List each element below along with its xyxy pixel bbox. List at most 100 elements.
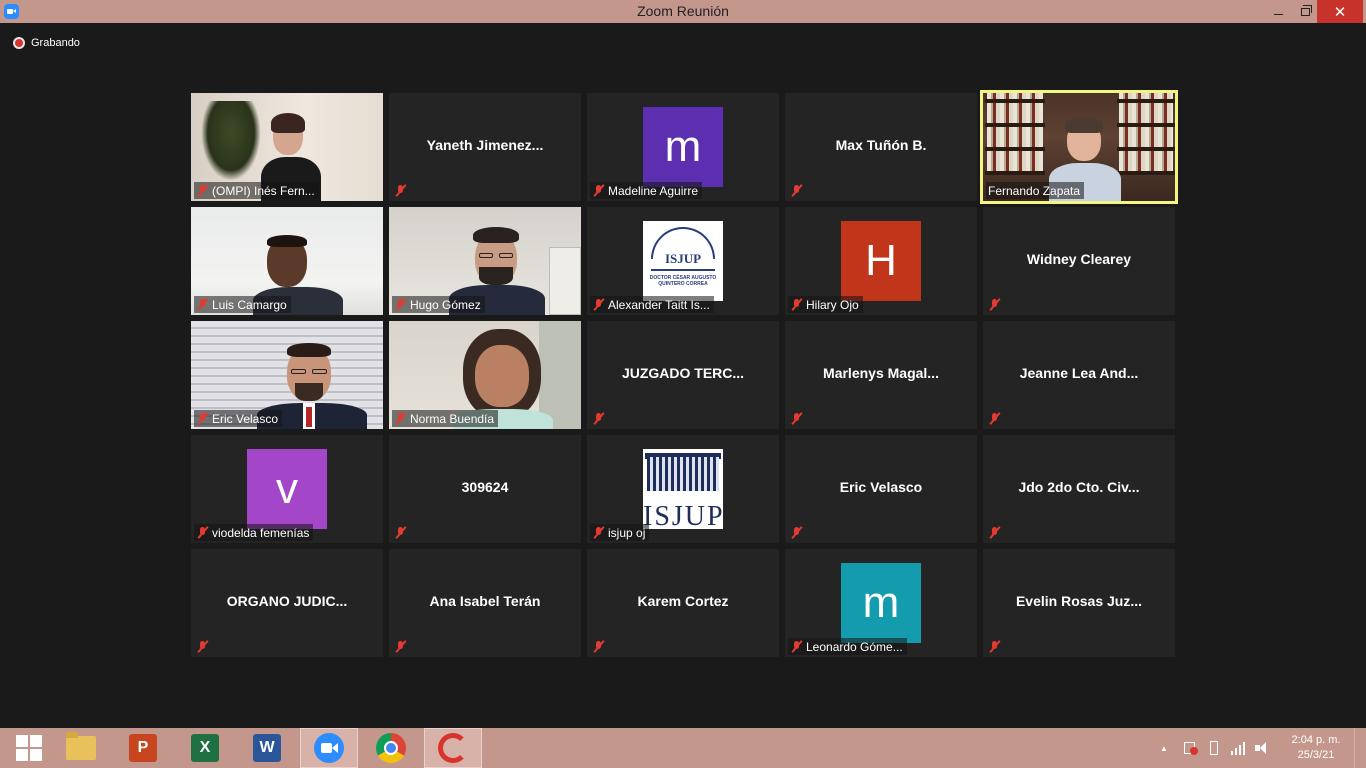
show-hidden-icons-button[interactable]: ▲ xyxy=(1160,744,1168,753)
participant-name: (OMPI) Inés Fern... xyxy=(212,183,315,198)
participant-tile[interactable]: Norma Buendía xyxy=(389,321,581,429)
word-icon: W xyxy=(253,734,281,762)
participant-tile[interactable]: ISJUP DOCTOR CÉSAR AUGUSTO QUINTERO CORRE… xyxy=(587,207,779,315)
participant-tile[interactable]: Ana Isabel Terán xyxy=(389,549,581,657)
start-button[interactable] xyxy=(0,728,58,768)
muted-mic-icon xyxy=(592,184,605,197)
participant-tile[interactable]: (OMPI) Inés Fern... xyxy=(191,93,383,201)
minimize-button[interactable] xyxy=(1263,0,1293,23)
participant-tile[interactable]: Evelin Rosas Juz... xyxy=(983,549,1175,657)
recording-indicator[interactable]: Grabando xyxy=(13,37,80,49)
maximize-button[interactable] xyxy=(1290,0,1320,23)
participant-nameplate xyxy=(986,410,1005,427)
usb-device-icon[interactable] xyxy=(1206,740,1222,756)
muted-mic-icon xyxy=(196,298,209,311)
participant-tile[interactable]: Eric Velasco xyxy=(785,435,977,543)
participant-tile[interactable]: Marlenys Magal... xyxy=(785,321,977,429)
participant-tile[interactable]: ISJUP isjup oj xyxy=(587,435,779,543)
ccleaner-icon xyxy=(438,733,468,763)
participant-tile[interactable]: Jdo 2do Cto. Civ... xyxy=(983,435,1175,543)
participant-nameplate xyxy=(194,638,213,655)
excel-icon: X xyxy=(191,734,219,762)
participant-nameplate: Hugo Gómez xyxy=(392,296,485,313)
participant-nameplate xyxy=(986,524,1005,541)
participant-nameplate: Eric Velasco xyxy=(194,410,283,427)
participant-display-name: ORGANO JUDIC... xyxy=(226,593,348,609)
record-icon xyxy=(13,37,25,49)
participant-tile[interactable]: Eric Velasco xyxy=(191,321,383,429)
show-desktop-button[interactable] xyxy=(1354,728,1366,768)
participant-nameplate xyxy=(590,410,609,427)
participant-nameplate: Hilary Ojo xyxy=(788,296,863,313)
participant-nameplate: Alexander Taitt Is... xyxy=(590,296,714,313)
participant-name: Madeline Aguirre xyxy=(608,183,699,198)
participant-tile[interactable]: v viodelda femenías xyxy=(191,435,383,543)
volume-icon[interactable] xyxy=(1254,740,1270,756)
participant-tile[interactable]: Karem Cortez xyxy=(587,549,779,657)
participant-name: Hilary Ojo xyxy=(806,297,859,312)
muted-mic-icon xyxy=(790,412,803,425)
participant-display-name: Eric Velasco xyxy=(839,479,923,495)
muted-mic-icon xyxy=(394,184,407,197)
close-button[interactable]: ✕ xyxy=(1317,0,1363,23)
participant-tile[interactable]: Luis Camargo xyxy=(191,207,383,315)
chrome-icon xyxy=(376,733,406,763)
participant-tile[interactable]: JUZGADO TERC... xyxy=(587,321,779,429)
taskbar-file-explorer[interactable] xyxy=(52,728,110,768)
taskbar: P X W ▲ 2:04 p. m. 25/3/21 xyxy=(0,728,1366,768)
participant-tile[interactable]: Hugo Gómez xyxy=(389,207,581,315)
taskbar-powerpoint[interactable]: P xyxy=(114,728,172,768)
muted-mic-icon xyxy=(988,298,1001,311)
participant-nameplate xyxy=(788,182,807,199)
taskbar-chrome[interactable] xyxy=(362,728,420,768)
participant-tile[interactable]: m Madeline Aguirre xyxy=(587,93,779,201)
muted-mic-icon xyxy=(394,640,407,653)
participant-name: isjup oj xyxy=(608,525,646,540)
taskbar-clock[interactable]: 2:04 p. m. 25/3/21 xyxy=(1284,733,1348,763)
taskbar-ccleaner[interactable] xyxy=(424,728,482,768)
participant-name: Norma Buendía xyxy=(410,411,495,426)
muted-mic-icon xyxy=(790,526,803,539)
participant-tile[interactable]: Fernando Zapata xyxy=(980,90,1178,204)
recording-label: Grabando xyxy=(31,37,80,49)
participant-nameplate: isjup oj xyxy=(590,524,650,541)
logo-subtext: DOCTOR CÉSAR AUGUSTO QUINTERO CORREA xyxy=(649,275,717,287)
close-icon: ✕ xyxy=(1333,3,1347,21)
muted-mic-icon xyxy=(394,298,407,311)
muted-mic-icon xyxy=(394,526,407,539)
participant-nameplate xyxy=(392,524,411,541)
action-center-warning-icon[interactable] xyxy=(1182,740,1198,756)
participant-tile[interactable]: Jeanne Lea And... xyxy=(983,321,1175,429)
muted-mic-icon xyxy=(592,526,605,539)
muted-mic-icon xyxy=(196,640,209,653)
windows-icon xyxy=(16,735,42,761)
participant-display-name: Marlenys Magal... xyxy=(823,365,939,381)
taskbar-excel[interactable]: X xyxy=(176,728,234,768)
participant-tile[interactable]: ORGANO JUDIC... xyxy=(191,549,383,657)
participant-tile[interactable]: 309624 xyxy=(389,435,581,543)
participant-display-name: Max Tuñón B. xyxy=(835,137,927,153)
participant-tile[interactable]: m Leonardo Góme... xyxy=(785,549,977,657)
taskbar-zoom[interactable] xyxy=(300,728,358,768)
muted-mic-icon xyxy=(790,640,803,653)
participant-tile[interactable]: Widney Clearey xyxy=(983,207,1175,315)
participant-name: viodelda femenías xyxy=(212,525,310,540)
network-icon[interactable] xyxy=(1230,740,1246,756)
participant-tile[interactable]: H Hilary Ojo xyxy=(785,207,977,315)
participant-nameplate xyxy=(392,638,411,655)
zoom-icon xyxy=(314,733,344,763)
participant-display-name: JUZGADO TERC... xyxy=(621,365,745,381)
participant-tile[interactable]: Yaneth Jimenez... xyxy=(389,93,581,201)
participant-nameplate xyxy=(590,638,609,655)
participant-nameplate: Leonardo Góme... xyxy=(788,638,907,655)
participant-display-name: Ana Isabel Terán xyxy=(429,593,541,609)
participant-display-name: Jeanne Lea And... xyxy=(1019,365,1139,381)
participant-tile[interactable]: Max Tuñón B. xyxy=(785,93,977,201)
muted-mic-icon xyxy=(592,640,605,653)
participant-nameplate xyxy=(986,296,1005,313)
muted-mic-icon xyxy=(790,184,803,197)
participant-name: Luis Camargo xyxy=(212,297,287,312)
taskbar-word[interactable]: W xyxy=(238,728,296,768)
muted-mic-icon xyxy=(790,298,803,311)
minimize-icon xyxy=(1273,14,1283,15)
